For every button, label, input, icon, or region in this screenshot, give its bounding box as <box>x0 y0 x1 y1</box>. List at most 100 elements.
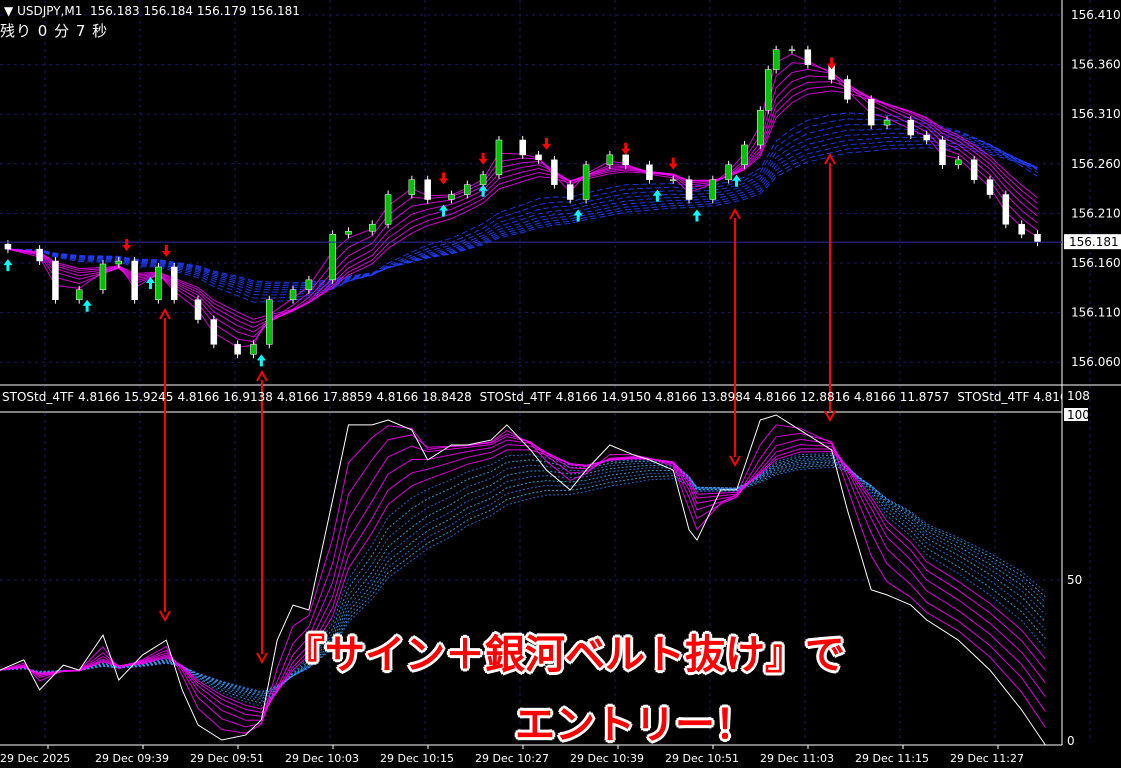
price-tick-label: 156.110 <box>1071 306 1121 320</box>
time-tick-label: 29 Dec 09:39 <box>95 752 169 765</box>
time-tick-label: 29 Dec 10:39 <box>570 752 644 765</box>
price-tick-label: 156.410 <box>1071 8 1121 22</box>
ohlc-values: 156.183 156.184 156.179 156.181 <box>90 4 300 18</box>
price-tick-label: 156.160 <box>1071 256 1121 270</box>
indicator-value: STOStd_4TF 4.8166 10.8854 <box>957 390 1062 404</box>
ribbon-line <box>7 62 1038 343</box>
bear-candle <box>923 134 930 141</box>
current-price-label: 156.181 <box>1069 235 1119 249</box>
stoch-tick-label: 100 <box>1067 408 1090 422</box>
arrow-head-up-icon <box>159 307 171 320</box>
buy-arrow-icon <box>82 299 92 312</box>
time-tick-label: 29 Dec 11:15 <box>855 752 929 765</box>
bear-candle <box>519 139 526 156</box>
bear-candle <box>36 248 43 262</box>
bear-candle <box>424 179 431 200</box>
bear-candle <box>52 260 59 300</box>
sell-arrow-icon <box>621 142 631 155</box>
bull-candle <box>764 69 772 111</box>
bull-candle <box>266 299 273 345</box>
bear-candle <box>939 139 946 166</box>
bull-candle <box>448 194 455 200</box>
arrow-head-down-icon <box>729 455 741 468</box>
sell-arrow-icon <box>478 152 488 165</box>
bull-candle <box>582 164 590 200</box>
bull-candle <box>289 289 297 300</box>
bear-candle <box>844 79 851 100</box>
bear-candle <box>804 49 812 65</box>
stoch-tick-label: 0 <box>1067 734 1075 748</box>
indicator-value: 4.8166 12.8816 <box>754 390 850 404</box>
bull-candle <box>495 139 503 175</box>
bear-candle <box>1034 233 1041 243</box>
bull-candle <box>757 109 764 146</box>
indicator-label: STOStd_4TF 4.8166 15.9245 4.8166 16.9138 4… <box>2 390 1062 404</box>
price-tick-label: 156.260 <box>1071 157 1121 171</box>
bear-candle <box>622 154 629 166</box>
bear-candle <box>210 319 218 345</box>
bull-candle <box>725 164 732 180</box>
bear-candle <box>170 266 178 300</box>
bear-candle <box>907 119 915 136</box>
bull-candle <box>464 184 471 195</box>
indicator-value: 4.8166 18.8428 <box>376 390 472 404</box>
bull-candle <box>606 154 614 166</box>
bull-candle <box>75 289 83 300</box>
bear-candle <box>566 184 574 200</box>
bull-candle <box>883 119 891 126</box>
indicator-value: STOStd_4TF 4.8166 15.9245 <box>2 390 174 404</box>
symbol-header: ▼ USDJPY,M1 156.183 156.184 156.179 156.… <box>4 4 300 18</box>
bear-candle <box>1018 224 1025 235</box>
sell-arrow-icon <box>541 137 551 150</box>
bull-candle <box>368 224 376 232</box>
banner-line-2: エントリー！ <box>515 702 755 748</box>
stoch-tick-label: 50 <box>1067 573 1082 587</box>
time-tick-label: 29 Dec 09:51 <box>190 752 264 765</box>
ribbon-line <box>7 53 1038 348</box>
sell-arrow-icon <box>668 157 678 170</box>
collapse-triangle-icon[interactable]: ▼ <box>4 4 13 18</box>
ribbon-line <box>7 68 1038 338</box>
indicator-value: STOStd_4TF 4.8166 14.9150 <box>479 390 652 404</box>
bear-candle <box>4 243 12 250</box>
arrow-head-down-icon <box>159 610 171 623</box>
bear-candle <box>646 164 653 180</box>
bull-candle <box>329 233 336 281</box>
bull-candle <box>345 231 352 235</box>
price-tick-label: 156.210 <box>1071 206 1121 220</box>
bull-candle <box>99 263 107 291</box>
buy-arrow-icon <box>256 354 266 367</box>
indicator-value: 4.8166 13.8984 <box>655 390 751 404</box>
indicator-value: 4.8166 17.8859 <box>276 390 373 404</box>
bear-candle <box>867 99 875 126</box>
time-tick-label: 29 Dec 10:51 <box>665 752 739 765</box>
bull-candle <box>955 159 962 166</box>
bull-candle <box>155 266 162 300</box>
bear-candle <box>535 154 542 161</box>
indicator-value: 4.8166 11.8757 <box>853 390 950 404</box>
sell-arrow-icon <box>122 239 132 252</box>
sell-arrow-icon <box>439 172 449 185</box>
bull-candle <box>115 260 123 265</box>
bull-candle <box>709 179 717 200</box>
bear-candle <box>986 179 994 195</box>
bear-candle <box>234 344 241 355</box>
bear-candle <box>131 260 138 300</box>
arrow-head-up-icon <box>256 369 268 382</box>
sell-arrow-icon <box>161 244 171 257</box>
bear-candle <box>685 179 693 200</box>
bar-timer: 残り 0 分 7 秒 <box>0 22 109 40</box>
bull-candle <box>384 194 392 225</box>
bear-candle <box>194 299 202 320</box>
bull-candle <box>479 174 487 185</box>
time-tick-label: 29 Dec 10:15 <box>380 752 454 765</box>
bear-candle <box>551 159 558 185</box>
stoch-tick-label: 108 <box>1067 389 1090 403</box>
price-tick-label: 156.360 <box>1071 58 1121 72</box>
price-tick-label: 156.310 <box>1071 107 1121 121</box>
bull-candle <box>772 49 780 70</box>
stoch-ribbon-line <box>0 424 1046 734</box>
time-tick-label: 29 Dec 2025 <box>0 752 70 765</box>
buy-arrow-icon <box>692 209 702 222</box>
bull-candle <box>669 179 677 181</box>
